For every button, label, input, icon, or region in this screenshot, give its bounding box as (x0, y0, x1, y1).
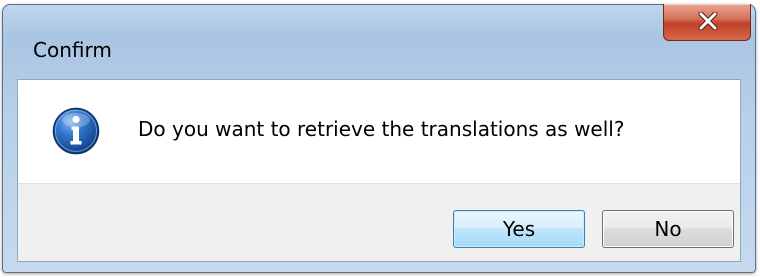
title-bar[interactable]: Confirm (3, 4, 755, 85)
no-button[interactable]: No (602, 210, 734, 248)
confirm-dialog: Confirm Do you want to retrieve the tran… (2, 4, 756, 273)
info-icon (52, 107, 100, 155)
close-icon (698, 12, 718, 30)
dialog-title: Confirm (33, 38, 112, 62)
screen: Confirm Do you want to retrieve the tran… (0, 0, 760, 277)
yes-button[interactable]: Yes (453, 210, 585, 248)
dialog-client-area: Do you want to retrieve the translations… (17, 79, 741, 262)
dialog-message: Do you want to retrieve the translations… (138, 117, 625, 141)
close-button[interactable] (663, 4, 751, 41)
button-area: Yes No (18, 183, 740, 261)
message-area: Do you want to retrieve the translations… (18, 80, 740, 183)
